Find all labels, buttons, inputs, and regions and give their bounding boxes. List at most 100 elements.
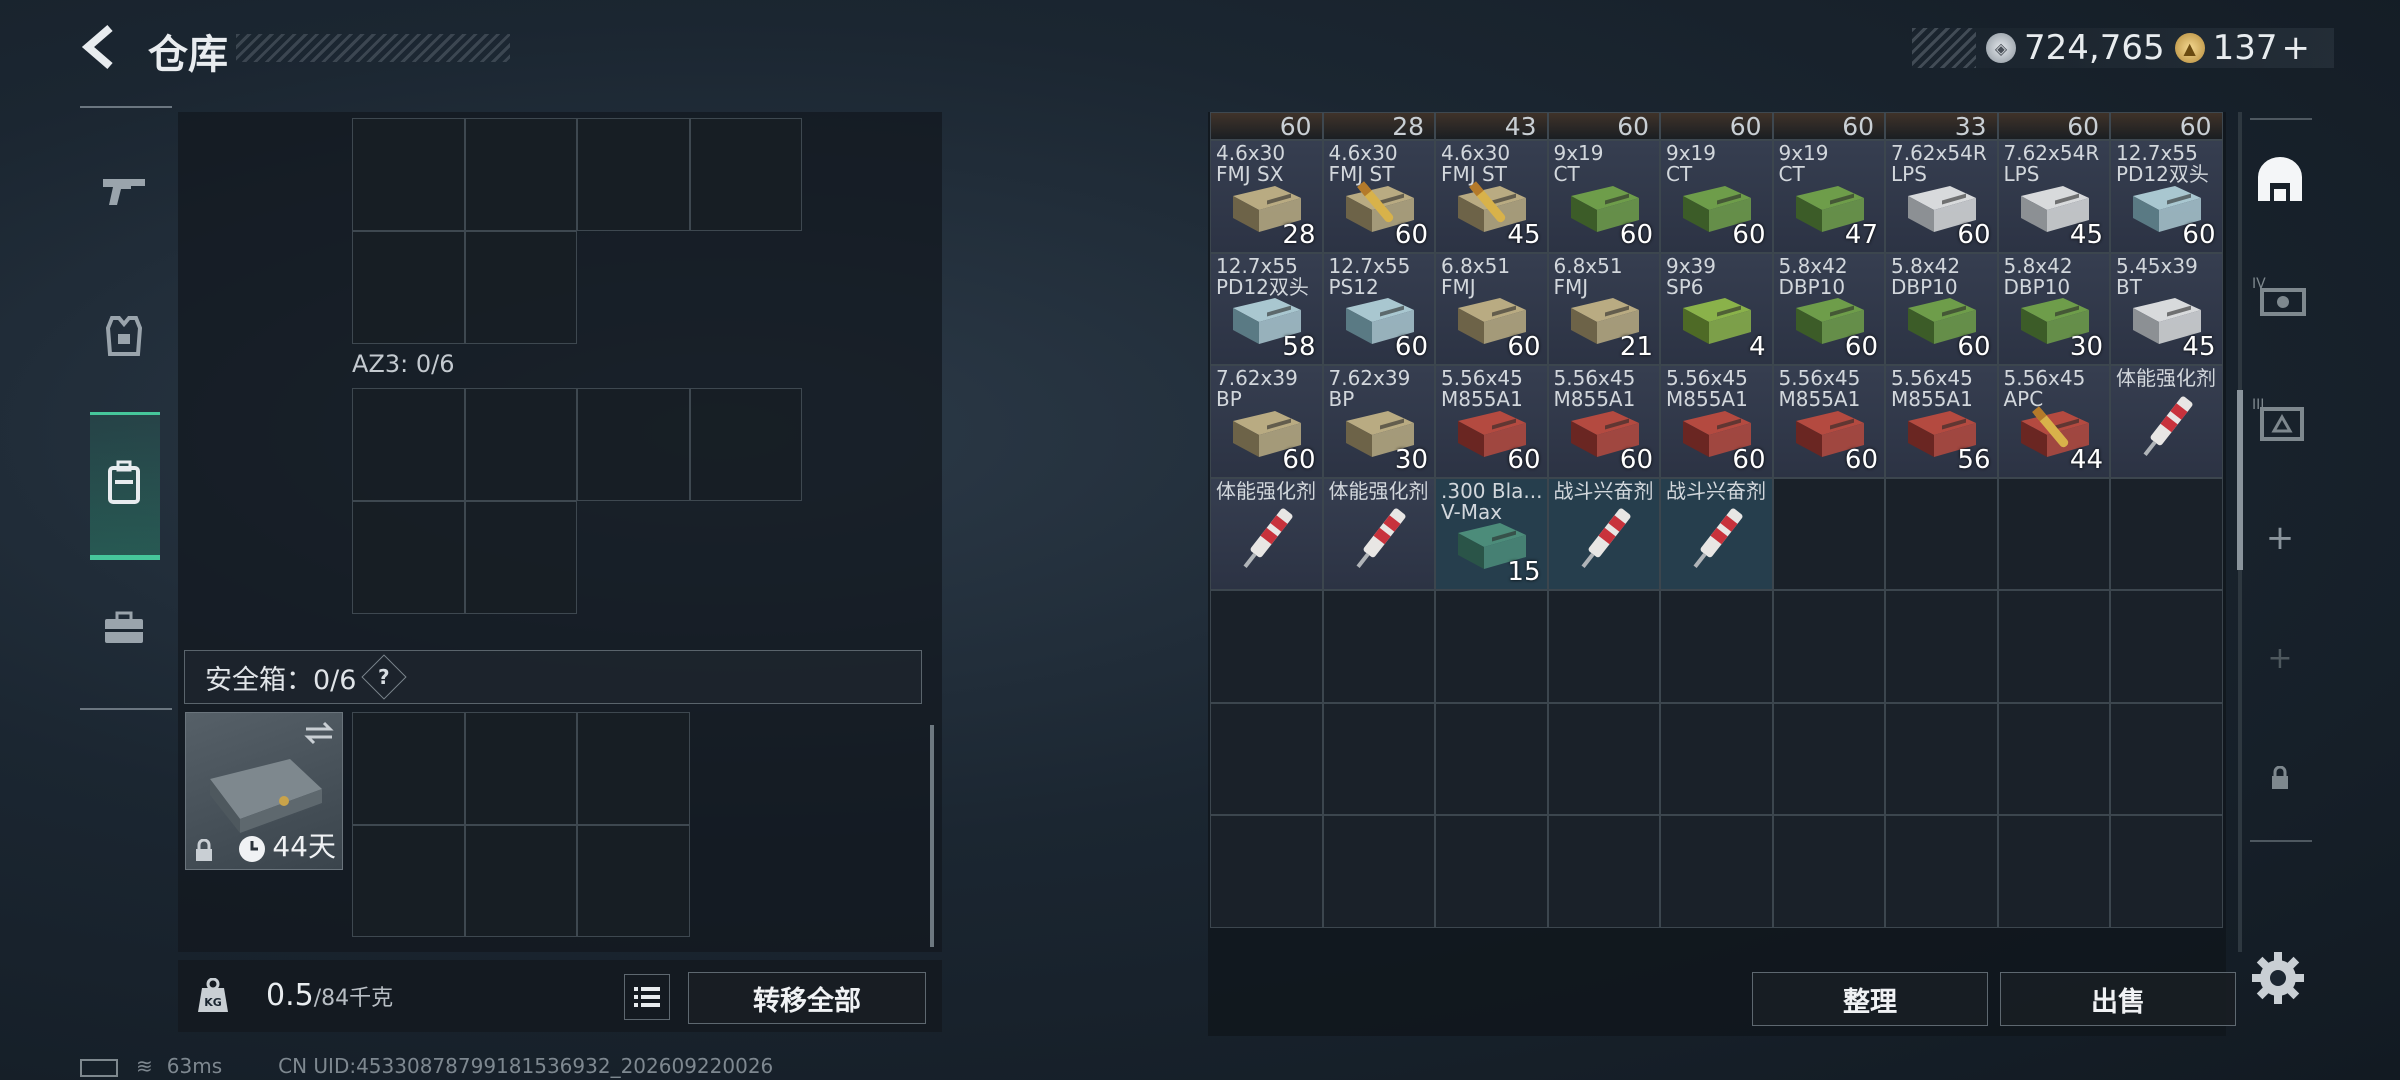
grid-cell[interactable] bbox=[352, 388, 465, 501]
stash-item[interactable]: 7.62x54R LPS 45 bbox=[1997, 140, 2110, 253]
stash-item[interactable]: 7.62x54R LPS 60 bbox=[1885, 140, 1998, 253]
stash-item[interactable]: 4.6x30 FMJ SX 28 bbox=[1210, 140, 1323, 253]
partial-row-count[interactable]: 28 bbox=[1322, 112, 1435, 141]
empty-slot[interactable] bbox=[1435, 815, 1548, 928]
safebox-item[interactable]: 44天 bbox=[185, 712, 343, 870]
weapon-tab[interactable] bbox=[88, 154, 160, 226]
stash-page-4[interactable]: IV bbox=[2248, 264, 2312, 328]
stash-item[interactable]: 5.56x45 M855A1 60 bbox=[1547, 365, 1660, 478]
grid-cell[interactable] bbox=[577, 712, 690, 825]
stash-item[interactable]: 9x19 CT 60 bbox=[1660, 140, 1773, 253]
swap-icon[interactable] bbox=[304, 721, 334, 745]
grid-cell[interactable] bbox=[464, 712, 577, 825]
stash-item[interactable]: 9x19 CT 47 bbox=[1772, 140, 1885, 253]
sell-button[interactable]: 出售 bbox=[2000, 972, 2236, 1026]
grid-cell[interactable] bbox=[352, 118, 465, 231]
grid-cell[interactable] bbox=[464, 388, 577, 501]
grid-cell[interactable] bbox=[577, 824, 690, 937]
stash-item[interactable]: 体能强化剂 bbox=[1210, 477, 1323, 590]
grid-cell[interactable] bbox=[352, 824, 465, 937]
container-tab[interactable] bbox=[88, 446, 160, 518]
list-view-button[interactable] bbox=[624, 974, 670, 1020]
empty-slot[interactable] bbox=[1322, 702, 1435, 815]
empty-slot[interactable] bbox=[1322, 815, 1435, 928]
empty-slot[interactable] bbox=[1885, 590, 1998, 703]
empty-slot[interactable] bbox=[1435, 702, 1548, 815]
stash-item[interactable]: 4.6x30 FMJ ST 45 bbox=[1435, 140, 1548, 253]
empty-slot[interactable] bbox=[1772, 702, 1885, 815]
empty-slot[interactable] bbox=[1772, 815, 1885, 928]
stash-page-main[interactable] bbox=[2248, 148, 2312, 212]
empty-slot[interactable] bbox=[1660, 590, 1773, 703]
grid-cell[interactable] bbox=[352, 501, 465, 614]
stash-item[interactable]: 5.56x45 M855A1 60 bbox=[1435, 365, 1548, 478]
grid-cell[interactable] bbox=[464, 824, 577, 937]
stash-page-3[interactable]: III bbox=[2248, 386, 2312, 450]
empty-slot[interactable] bbox=[2110, 815, 2223, 928]
stash-item[interactable]: 12.7x55 PS12 60 bbox=[1322, 252, 1435, 365]
empty-slot[interactable] bbox=[1885, 477, 1998, 590]
stash-item[interactable]: 7.62x39 BP 60 bbox=[1210, 365, 1323, 478]
stash-item[interactable]: 5.56x45 M855A1 60 bbox=[1660, 365, 1773, 478]
grid-cell[interactable] bbox=[577, 118, 690, 231]
stash-item[interactable]: 7.62x39 BP 30 bbox=[1322, 365, 1435, 478]
empty-slot[interactable] bbox=[1210, 702, 1323, 815]
partial-row-count[interactable]: 60 bbox=[1660, 112, 1773, 141]
stash-item[interactable]: 5.8x42 DBP10 60 bbox=[1772, 252, 1885, 365]
stash-item[interactable]: 9x19 CT 60 bbox=[1547, 140, 1660, 253]
empty-slot[interactable] bbox=[1210, 590, 1323, 703]
stash-item[interactable]: 6.8x51 FMJ 21 bbox=[1547, 252, 1660, 365]
left-scrollbar[interactable] bbox=[930, 725, 934, 947]
stash-item[interactable]: 9x39 SP6 4 bbox=[1660, 252, 1773, 365]
empty-slot[interactable] bbox=[1660, 815, 1773, 928]
empty-slot[interactable] bbox=[1660, 702, 1773, 815]
stash-item[interactable]: 战斗兴奋剂 bbox=[1660, 477, 1773, 590]
back-arrow-icon[interactable] bbox=[78, 24, 124, 70]
grid-cell[interactable] bbox=[464, 118, 577, 231]
empty-slot[interactable] bbox=[1210, 815, 1323, 928]
stash-item[interactable]: .300 Bla... V-Max 15 bbox=[1435, 477, 1548, 590]
empty-slot[interactable] bbox=[1885, 815, 1998, 928]
empty-slot[interactable] bbox=[1885, 702, 1998, 815]
partial-row-count[interactable]: 60 bbox=[1210, 112, 1323, 141]
empty-slot[interactable] bbox=[2110, 590, 2223, 703]
grid-cell[interactable] bbox=[352, 231, 465, 344]
empty-slot[interactable] bbox=[1772, 477, 1885, 590]
stash-item[interactable]: 12.7x55 PD12双头 58 bbox=[1210, 252, 1323, 365]
empty-slot[interactable] bbox=[1997, 477, 2110, 590]
empty-slot[interactable] bbox=[1997, 702, 2110, 815]
grid-cell[interactable] bbox=[464, 501, 577, 614]
empty-slot[interactable] bbox=[1997, 815, 2110, 928]
add-gold-button[interactable]: + bbox=[2282, 28, 2311, 68]
armor-tab[interactable] bbox=[88, 300, 160, 372]
stash-item[interactable]: 5.56x45 APC 44 bbox=[1997, 365, 2110, 478]
partial-row-count[interactable]: 60 bbox=[2110, 112, 2223, 141]
add-stash-page-2[interactable]: + bbox=[2248, 506, 2312, 570]
grid-cell[interactable] bbox=[689, 388, 802, 501]
stash-item[interactable]: 5.8x42 DBP10 60 bbox=[1885, 252, 1998, 365]
stash-scrollbar[interactable] bbox=[2237, 390, 2243, 570]
empty-slot[interactable] bbox=[1435, 590, 1548, 703]
partial-row-count[interactable]: 60 bbox=[1997, 112, 2110, 141]
stash-item[interactable]: 5.45x39 BT 45 bbox=[2110, 252, 2223, 365]
stash-item[interactable]: 4.6x30 FMJ ST 60 bbox=[1322, 140, 1435, 253]
grid-cell[interactable] bbox=[689, 118, 802, 231]
partial-row-count[interactable]: 33 bbox=[1885, 112, 1998, 141]
empty-slot[interactable] bbox=[2110, 702, 2223, 815]
stash-item[interactable]: 5.56x45 M855A1 56 bbox=[1885, 365, 1998, 478]
stash-item[interactable]: 5.56x45 M855A1 60 bbox=[1772, 365, 1885, 478]
grid-cell[interactable] bbox=[464, 231, 577, 344]
settings-gear-icon[interactable] bbox=[2250, 950, 2306, 1006]
empty-slot[interactable] bbox=[1547, 815, 1660, 928]
grid-cell[interactable] bbox=[352, 712, 465, 825]
empty-slot[interactable] bbox=[1547, 590, 1660, 703]
toolbox-tab[interactable] bbox=[88, 592, 160, 664]
stash-item[interactable]: 体能强化剂 bbox=[1322, 477, 1435, 590]
empty-slot[interactable] bbox=[1547, 702, 1660, 815]
help-icon[interactable]: ? bbox=[361, 654, 408, 700]
empty-slot[interactable] bbox=[1322, 590, 1435, 703]
stash-item[interactable]: 6.8x51 FMJ 60 bbox=[1435, 252, 1548, 365]
stash-item[interactable]: 体能强化剂 bbox=[2110, 365, 2223, 478]
grid-cell[interactable] bbox=[577, 388, 690, 501]
stash-item[interactable]: 战斗兴奋剂 bbox=[1547, 477, 1660, 590]
